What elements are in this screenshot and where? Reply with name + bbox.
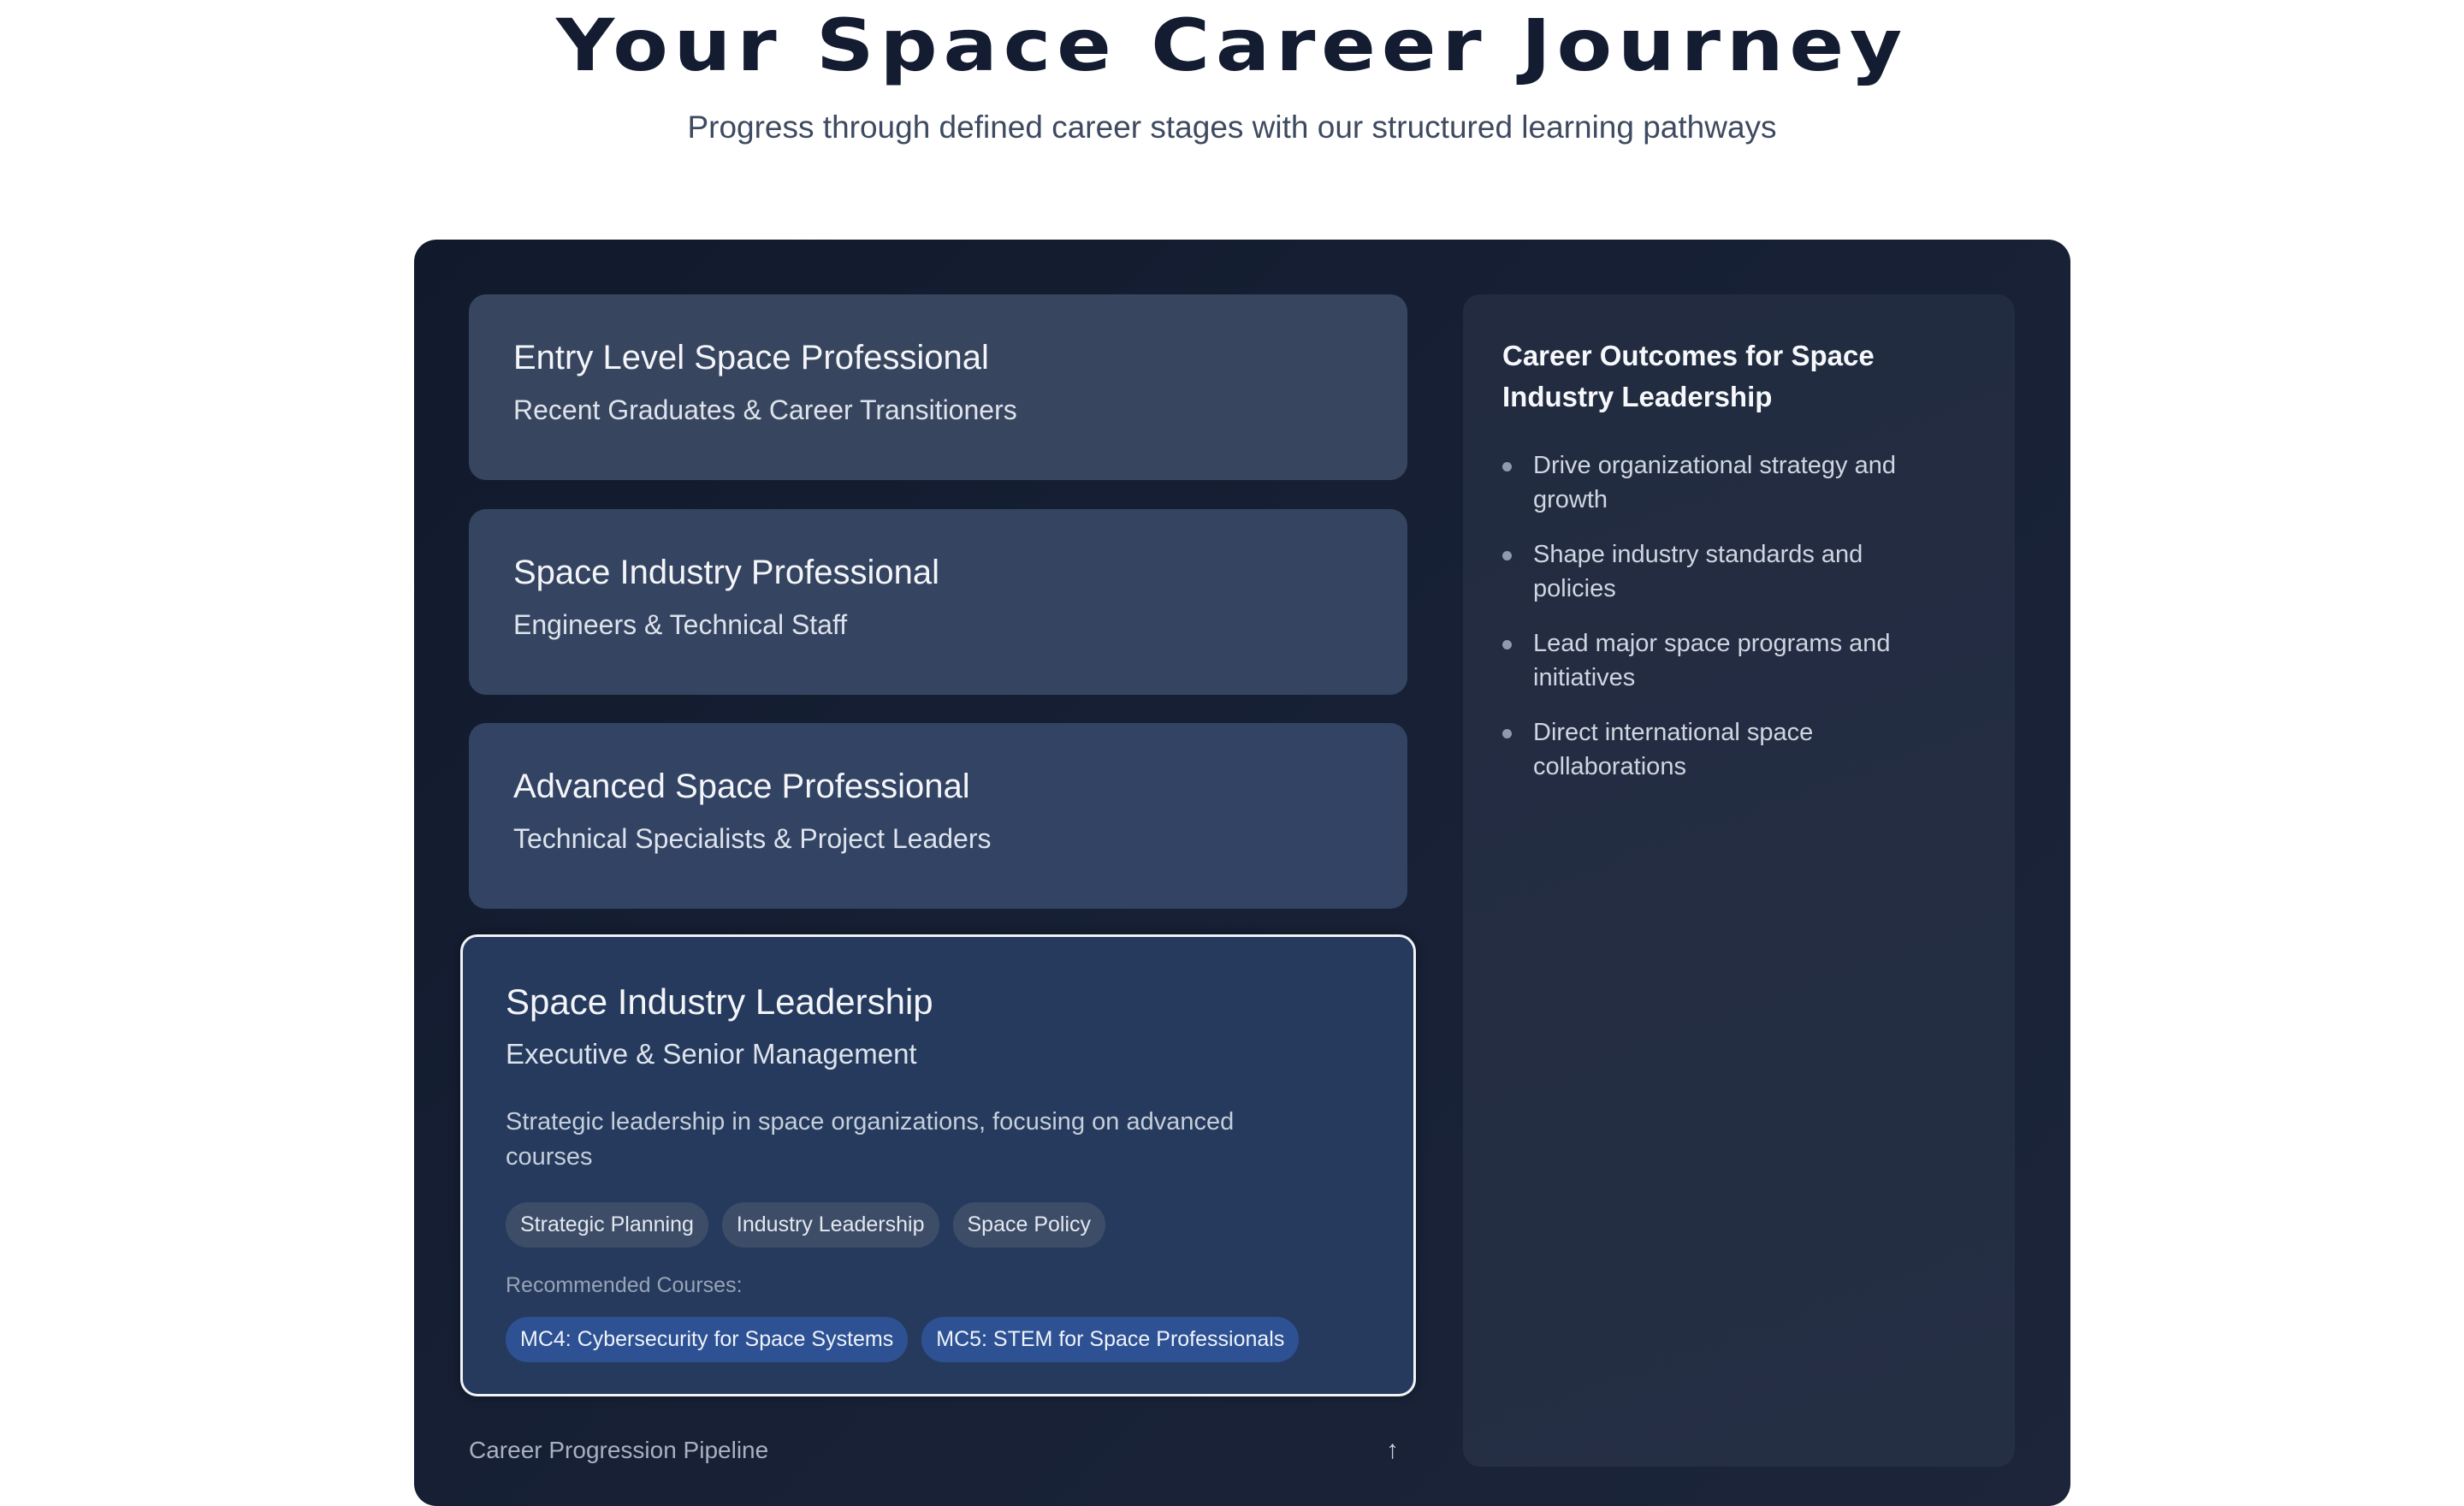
stage-audience: Engineers & Technical Staff (513, 609, 848, 640)
career-progression-pipeline: Career Progression Pipeline ↑ (469, 1436, 1407, 1465)
stage-title: Space Industry Leadership (506, 981, 933, 1022)
outcome-text: Drive organizational strategy and growth (1533, 452, 1896, 513)
outcome-item: Shape industry standards and policies (1502, 537, 1944, 606)
stage-card-entry-level[interactable]: Entry Level Space Professional Recent Gr… (469, 294, 1407, 480)
career-outcomes-panel: Career Outcomes for Space Industry Leade… (1463, 294, 2015, 1467)
bullet-icon (1502, 729, 1512, 738)
skill-tags: Strategic Planning Industry Leadership S… (506, 1202, 1371, 1248)
outcomes-title: Career Outcomes for Space Industry Leade… (1502, 340, 1875, 412)
skill-tag: Strategic Planning (506, 1202, 708, 1248)
recommended-courses: MC4: Cybersecurity for Space Systems MC5… (506, 1317, 1371, 1362)
outcome-item: Direct international space collaboration… (1502, 715, 1944, 784)
stage-audience: Technical Specialists & Project Leaders (513, 823, 992, 854)
outcome-text: Lead major space programs and initiative… (1533, 630, 1891, 691)
stage-audience: Executive & Senior Management (506, 1038, 917, 1070)
career-journey-panel: Entry Level Space Professional Recent Gr… (414, 240, 2070, 1506)
bullet-icon (1502, 462, 1512, 471)
recommended-courses-label: Recommended Courses: (506, 1273, 743, 1297)
stage-title: Advanced Space Professional (513, 768, 970, 805)
stage-description: Strategic leadership in space organizati… (506, 1108, 1235, 1171)
page-subtitle: Progress through defined career stages w… (687, 110, 1777, 145)
bullet-icon (1502, 640, 1512, 649)
stage-title: Entry Level Space Professional (513, 339, 989, 376)
page-title: Your Space Career Journey (555, 3, 1908, 87)
stage-card-advanced-space-professional[interactable]: Advanced Space Professional Technical Sp… (469, 723, 1407, 909)
course-pill-mc4[interactable]: MC4: Cybersecurity for Space Systems (506, 1317, 909, 1362)
skill-tag: Industry Leadership (721, 1202, 939, 1248)
bullet-icon (1502, 551, 1512, 560)
arrow-up-icon: ↑ (1386, 1436, 1399, 1464)
stage-card-space-industry-professional[interactable]: Space Industry Professional Engineers & … (469, 509, 1407, 695)
outcomes-list: Drive organizational strategy and growth… (1502, 448, 1975, 784)
skill-tag: Space Policy (952, 1202, 1106, 1248)
stage-audience: Recent Graduates & Career Transitioners (513, 394, 1017, 425)
stage-card-space-industry-leadership-selected[interactable]: Space Industry Leadership Executive & Se… (460, 934, 1416, 1396)
outcome-item: Drive organizational strategy and growth (1502, 448, 1944, 517)
outcome-item: Lead major space programs and initiative… (1502, 626, 1944, 695)
stage-title: Space Industry Professional (513, 554, 940, 591)
outcome-text: Shape industry standards and policies (1533, 541, 1863, 602)
course-pill-mc5[interactable]: MC5: STEM for Space Professionals (921, 1317, 1300, 1362)
pipeline-label: Career Progression Pipeline (469, 1437, 769, 1463)
outcome-text: Direct international space collaboration… (1533, 719, 1814, 780)
